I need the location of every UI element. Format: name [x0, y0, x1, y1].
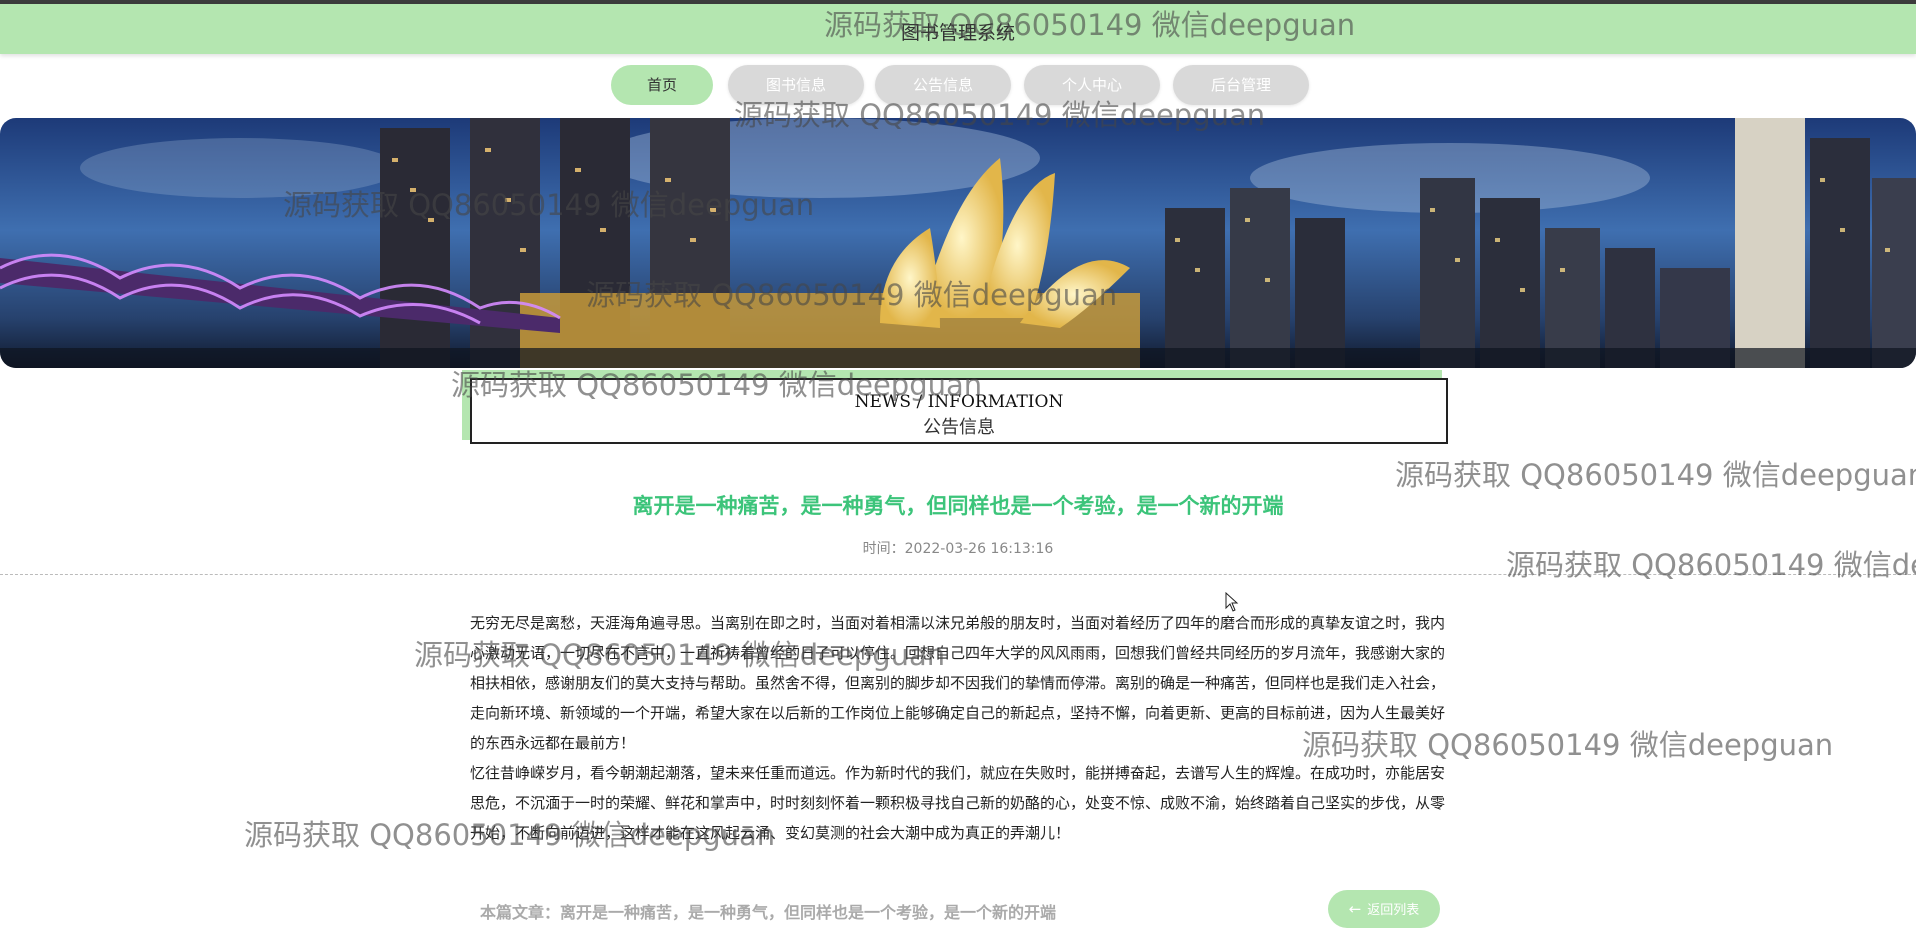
- banner-image: [0, 118, 1916, 368]
- section-title-cn: 公告信息: [923, 417, 995, 438]
- watermark: 源码获取 QQ86050149 微信deepguan: [414, 638, 946, 672]
- watermark: 源码获取 QQ86050149 微信deepguan: [586, 278, 1118, 312]
- watermark: 源码获取 QQ86050149 微信deepguan: [1506, 548, 1916, 582]
- back-to-list-label: 返回列表: [1367, 903, 1420, 918]
- watermark: 源码获取 QQ86050149 微信deepguan: [1302, 728, 1834, 762]
- nav-item-home[interactable]: 首页: [611, 65, 713, 105]
- watermark: 源码获取 QQ86050149 微信deepguan: [824, 8, 1356, 42]
- current-article-title: 离开是一种痛苦，是一种勇气，但同样也是一个考验，是一个新的开端: [560, 903, 1057, 922]
- back-to-list-button[interactable]: ← 返回列表: [1328, 890, 1440, 928]
- watermark: 源码获取 QQ86050149 微信deepguan: [244, 818, 776, 852]
- watermark: 源码获取 QQ86050149 微信deepguan: [1395, 458, 1916, 492]
- current-article-info: 本篇文章：离开是一种痛苦，是一种勇气，但同样也是一个考验，是一个新的开端: [480, 899, 1056, 923]
- arrow-left-icon: ←: [1348, 900, 1362, 918]
- banner-carousel[interactable]: [0, 118, 1916, 368]
- mouse-cursor-icon: [1225, 592, 1239, 612]
- article-title: 离开是一种痛苦，是一种勇气，但同样也是一个考验，是一个新的开端: [632, 494, 1284, 518]
- watermark: 源码获取 QQ86050149 微信deepguan: [451, 368, 983, 402]
- watermark: 源码获取 QQ86050149 微信deepguan: [734, 98, 1266, 132]
- watermark: 源码获取 QQ86050149 微信deepguan: [283, 188, 815, 222]
- current-article-label: 本篇文章：: [480, 903, 561, 922]
